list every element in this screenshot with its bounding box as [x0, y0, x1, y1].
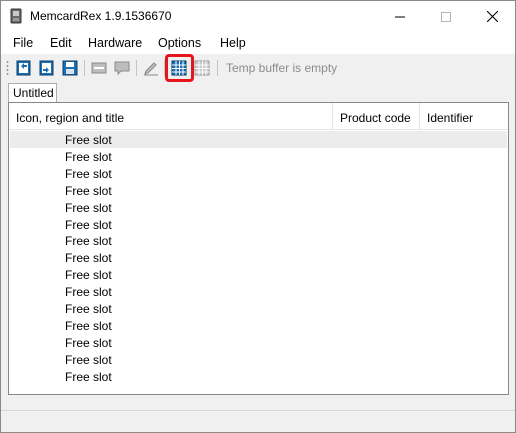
menu-help[interactable]: Help — [220, 36, 246, 50]
table-row[interactable]: Free slot — [10, 148, 507, 165]
row-title: Free slot — [65, 302, 112, 316]
slot-view-button[interactable] — [89, 58, 109, 78]
comment-button[interactable] — [112, 58, 132, 78]
comment-icon — [114, 61, 130, 76]
column-header-product-code[interactable]: Product code — [333, 103, 420, 130]
table-row[interactable]: Free slot — [10, 165, 507, 182]
list-header: Icon, region and title Product code Iden… — [9, 103, 508, 130]
save-card-icon — [62, 60, 78, 76]
table-row[interactable]: Free slot — [10, 131, 507, 148]
minimize-icon — [395, 16, 405, 17]
toolbar: Temp buffer is empty — [1, 54, 515, 82]
row-title: Free slot — [65, 318, 112, 333]
row-title: Free slot — [65, 251, 112, 266]
maximize-icon — [441, 11, 451, 22]
toolbar-separator — [136, 60, 137, 76]
table-row[interactable]: Free slot — [10, 283, 507, 300]
column-header-identifier[interactable]: Identifier — [420, 103, 508, 130]
table-row[interactable]: Free slot — [10, 300, 507, 317]
maximize-button[interactable] — [423, 1, 469, 32]
row-title: Free slot — [65, 183, 112, 198]
row-title: Free slot — [65, 234, 112, 249]
toolbar-separator — [217, 60, 218, 76]
new-card-icon — [16, 60, 31, 76]
row-title: Free slot — [65, 285, 112, 300]
open-card-icon — [39, 60, 54, 76]
toolbar-grip[interactable] — [6, 60, 9, 76]
table-row[interactable]: Free slot — [10, 232, 507, 249]
menu-bar: File Edit Hardware Options Help — [1, 32, 515, 54]
temp-grid-button[interactable] — [192, 58, 212, 78]
row-title: Free slot — [65, 335, 112, 350]
temp-grid-icon — [194, 60, 210, 76]
edit-icon — [144, 62, 158, 76]
table-row[interactable]: Free slot — [10, 266, 507, 283]
window-title: MemcardRex 1.9.1536670 — [30, 9, 172, 23]
table-row[interactable]: Free slot — [10, 317, 507, 334]
edit-button[interactable] — [141, 58, 161, 78]
row-title: Free slot — [65, 217, 112, 232]
temp-buffer-status: Temp buffer is empty — [226, 61, 338, 75]
status-bar — [1, 410, 515, 432]
close-button[interactable] — [469, 1, 515, 32]
row-title: Free slot — [65, 268, 112, 283]
new-card-button[interactable] — [14, 58, 34, 78]
table-row[interactable]: Free slot — [10, 249, 507, 266]
tab-untitled[interactable]: Untitled — [8, 83, 57, 102]
table-row[interactable]: Free slot — [10, 216, 507, 233]
title-bar[interactable]: MemcardRex 1.9.1536670 — [1, 1, 515, 32]
row-title: Free slot — [65, 149, 112, 164]
menu-options[interactable]: Options — [158, 36, 201, 50]
app-window: MemcardRex 1.9.1536670 File Edit Hardwar… — [0, 0, 516, 433]
minimize-button[interactable] — [377, 1, 423, 32]
menu-file[interactable]: File — [13, 36, 33, 50]
toolbar-separator — [84, 60, 85, 76]
menu-edit[interactable]: Edit — [50, 36, 72, 50]
column-header-title[interactable]: Icon, region and title — [9, 103, 333, 130]
row-title: Free slot — [65, 166, 112, 181]
row-title: Free slot — [65, 352, 112, 367]
close-icon — [486, 11, 498, 22]
table-row[interactable]: Free slot — [10, 351, 507, 368]
save-slot-list[interactable]: Icon, region and title Product code Iden… — [8, 102, 509, 395]
slot-view-icon — [91, 62, 107, 74]
memory-card-app-icon — [10, 8, 22, 24]
highlight-box — [165, 54, 194, 82]
table-row[interactable]: Free slot — [10, 199, 507, 216]
row-title: Free slot — [65, 133, 112, 147]
table-row[interactable]: Free slot — [10, 334, 507, 351]
table-row[interactable]: Free slot — [10, 182, 507, 199]
row-title: Free slot — [65, 200, 112, 215]
open-card-button[interactable] — [37, 58, 57, 78]
row-title: Free slot — [65, 369, 112, 384]
table-row[interactable]: Free slot — [10, 368, 507, 385]
save-card-button[interactable] — [60, 58, 80, 78]
menu-hardware[interactable]: Hardware — [88, 36, 142, 50]
